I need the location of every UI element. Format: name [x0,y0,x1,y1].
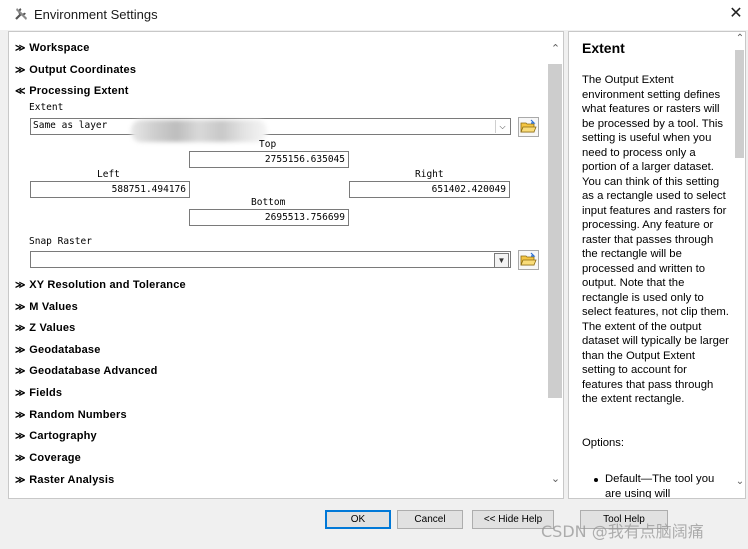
section-label: Output Coordinates [29,64,137,76]
snap-raster-label: Snap Raster [29,236,92,247]
expand-chevron-icon: ≫ [15,475,26,486]
expand-chevron-icon: ≫ [15,431,26,442]
chevron-down-icon[interactable]: ⌵ [495,120,509,133]
scroll-up-icon[interactable]: ⌃ [734,33,746,44]
left-field[interactable]: 588751.494176 [30,181,190,198]
expand-chevron-icon: ≫ [15,366,26,377]
scrollbar-thumb[interactable] [548,64,562,398]
expand-chevron-icon: ≫ [15,280,26,291]
section-label: Geodatabase Advanced [29,365,158,377]
watermark: CSDN @我有点脑阔痛 [541,522,704,541]
section-label: Random Numbers [29,409,127,421]
scroll-down-icon[interactable]: ⌄ [547,472,563,486]
section-label: Workspace [29,42,90,54]
expand-chevron-icon: ≫ [15,410,26,421]
expand-chevron-icon: ≫ [15,345,26,356]
left-label: Left [97,169,120,180]
snap-raster-combo[interactable]: ▼ [30,251,511,268]
section-geodatabase-advanced[interactable]: ≫ Geodatabase Advanced [15,365,158,377]
section-label: Raster Analysis [29,474,115,486]
expand-chevron-icon: ≫ [15,323,26,334]
section-label: Coverage [29,452,81,464]
section-fields[interactable]: ≫ Fields [15,387,62,399]
folder-open-icon [520,119,537,133]
bullet-icon [594,478,598,482]
expand-chevron-icon: ≫ [15,65,26,76]
help-bullet-default: Default—The tool you are using will [605,473,715,499]
collapse-chevron-icon: ≪ [15,86,26,97]
section-cartography[interactable]: ≫ Cartography [15,430,97,442]
help-options-label: Options: [582,437,625,449]
top-field[interactable]: 2755156.635045 [189,151,349,168]
scroll-up-icon[interactable]: ⌃ [547,42,563,56]
bottom-label: Bottom [251,197,286,208]
section-m-values[interactable]: ≫ M Values [15,301,78,313]
close-icon[interactable]: ✕ [726,4,746,24]
extent-label: Extent [29,102,64,113]
help-title: Extent [582,40,625,56]
section-label: Cartography [29,430,97,442]
chevron-down-icon[interactable]: ▼ [494,253,509,268]
help-body: The Output Extent environment setting de… [582,74,729,405]
browse-folder-button[interactable] [518,250,539,270]
top-label: Top [259,139,277,150]
right-field[interactable]: 651402.420049 [349,181,510,198]
section-coverage[interactable]: ≫ Coverage [15,452,81,464]
section-output-coordinates[interactable]: ≫ Output Coordinates [15,64,136,76]
help-pane: Extent The Output Extent environment set… [568,31,746,499]
section-label: Processing Extent [29,85,129,97]
scroll-down-icon[interactable]: ⌄ [734,476,746,487]
expand-chevron-icon: ≫ [15,43,26,54]
section-processing-extent[interactable]: ≪ Processing Extent [15,85,129,97]
expand-chevron-icon: ≫ [15,453,26,464]
expand-chevron-icon: ≫ [15,388,26,399]
section-random-numbers[interactable]: ≫ Random Numbers [15,409,127,421]
right-label: Right [415,169,444,180]
ok-button[interactable]: OK [325,510,391,529]
expand-chevron-icon: ≫ [15,302,26,313]
tools-icon [15,8,27,20]
section-raster-analysis[interactable]: ≫ Raster Analysis [15,474,114,486]
environment-settings-window: Environment Settings ✕ ≫ Workspace ≫ Out… [0,0,748,549]
folder-open-icon [520,252,537,266]
extent-combo[interactable]: Same as layer ⌵ [30,118,511,142]
bottom-field[interactable]: 2695513.756699 [189,209,349,226]
window-title: Environment Settings [34,7,158,22]
section-label: Fields [29,387,63,399]
section-label: Geodatabase [29,344,101,356]
extent-combo-value: Same as layer [33,120,108,131]
help-scrollbar-thumb[interactable] [735,50,744,158]
section-xy-resolution[interactable]: ≫ XY Resolution and Tolerance [15,279,186,291]
browse-folder-button[interactable] [518,117,539,137]
settings-pane: ≫ Workspace ≫ Output Coordinates ≪ Proce… [8,31,564,499]
section-label: XY Resolution and Tolerance [29,279,186,291]
redacted-blur [131,120,267,142]
title-bar: Environment Settings ✕ [0,0,748,30]
section-workspace[interactable]: ≫ Workspace [15,42,90,54]
section-label: Z Values [29,322,76,334]
section-geodatabase[interactable]: ≫ Geodatabase [15,344,101,356]
cancel-button[interactable]: Cancel [397,510,463,529]
section-label: M Values [29,301,78,313]
section-z-values[interactable]: ≫ Z Values [15,322,76,334]
